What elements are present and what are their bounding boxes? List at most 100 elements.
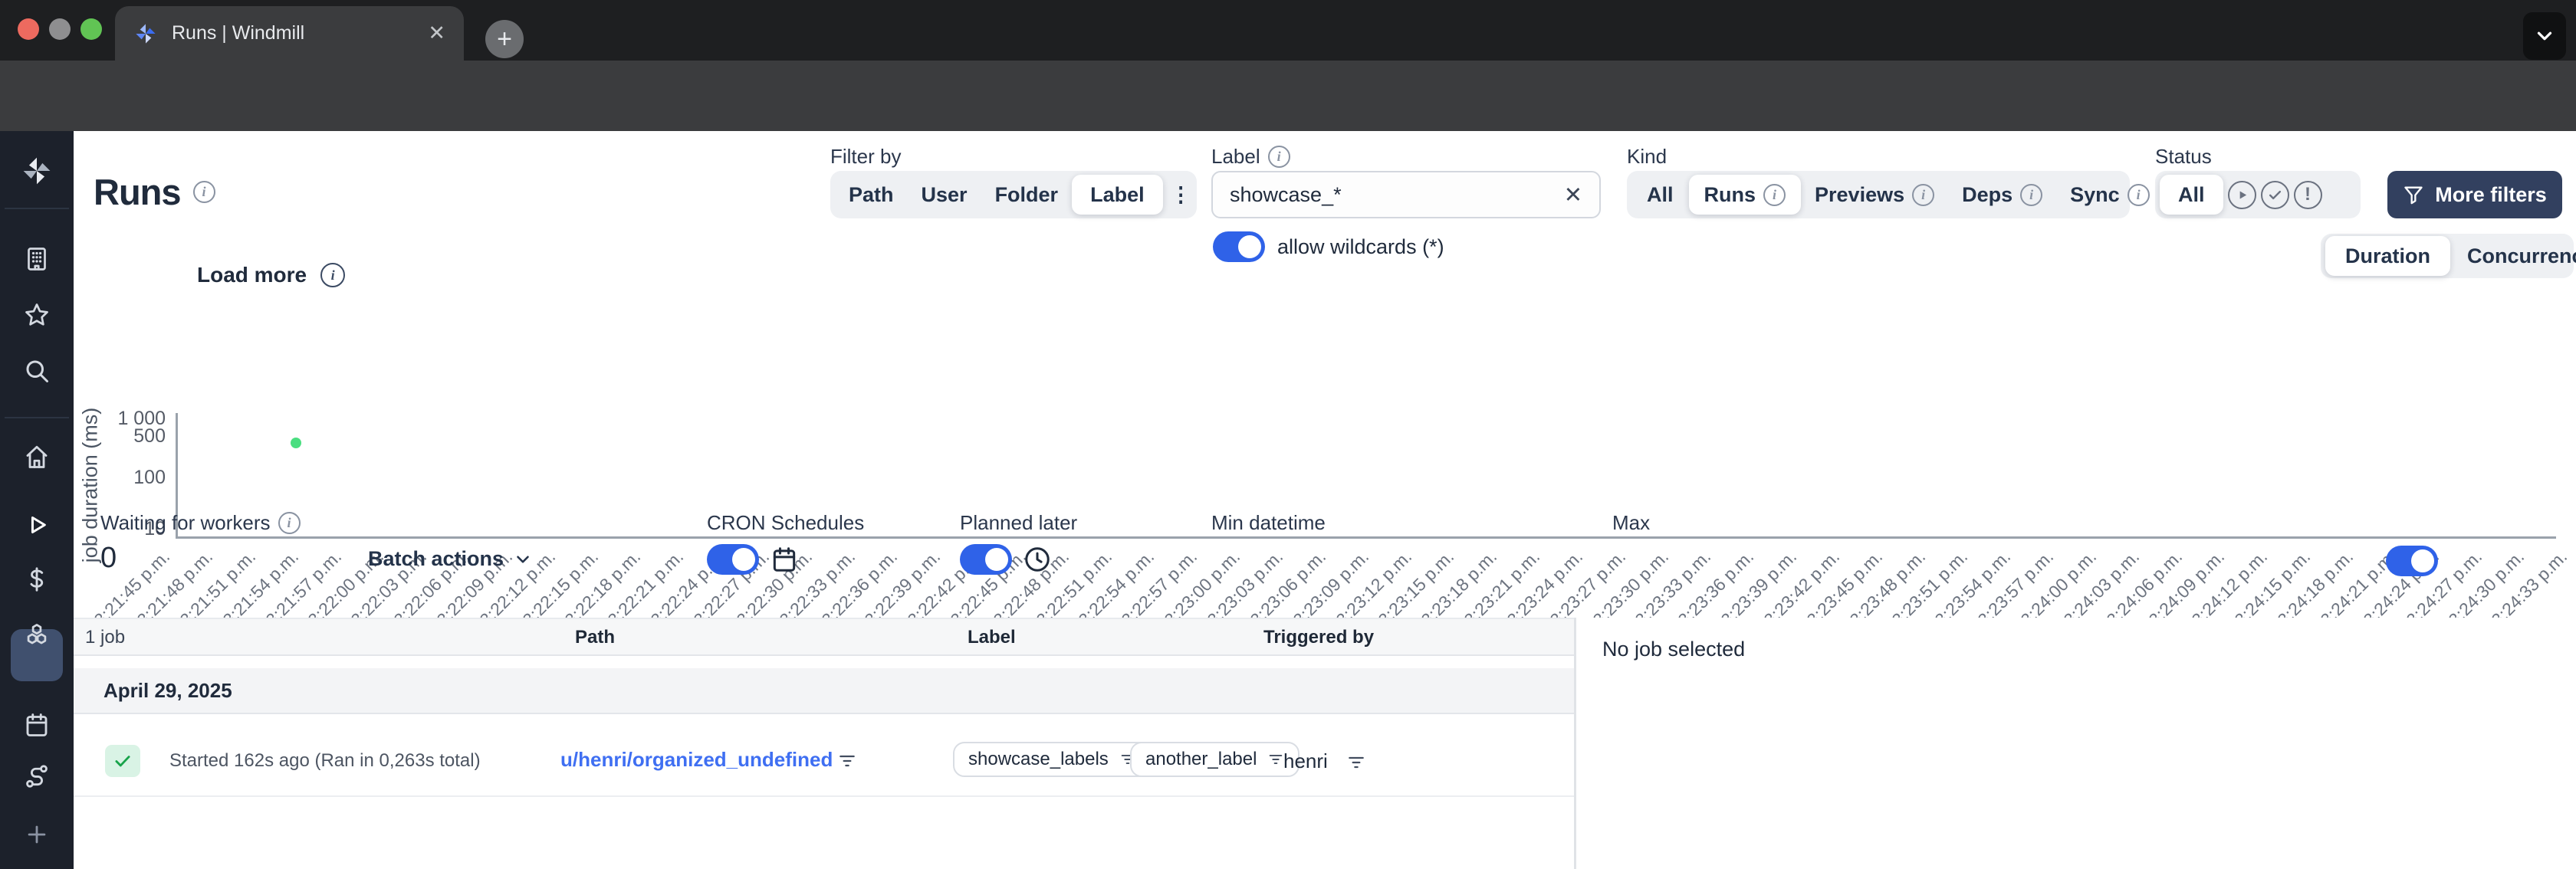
- tab-close-icon[interactable]: ✕: [428, 21, 445, 45]
- new-tab-button[interactable]: +: [485, 20, 524, 58]
- chart-point-success[interactable]: [291, 438, 301, 448]
- allow-wildcards-toggle[interactable]: [1213, 231, 1265, 262]
- y-tick: 100: [133, 467, 166, 488]
- kind-option-sync[interactable]: Sync: [2056, 175, 2164, 215]
- info-icon[interactable]: [320, 263, 346, 287]
- auto-refresh-toggle[interactable]: [2386, 546, 2438, 576]
- kind-option-runs[interactable]: Runs: [1688, 175, 1802, 215]
- status-segment: All !: [2155, 171, 2361, 218]
- info-icon: [1912, 183, 1935, 206]
- chart-mode-concurrency[interactable]: Concurrency: [2450, 236, 2576, 276]
- window-zoom-button[interactable]: [80, 18, 102, 40]
- max-datetime-label: Max: [1612, 511, 1651, 534]
- cron-schedules-label: CRON Schedules: [707, 511, 865, 534]
- clear-icon[interactable]: ✕: [1564, 182, 1582, 208]
- kind-option-deps[interactable]: Deps: [1948, 175, 2056, 215]
- kind-label: Kind: [1627, 145, 1668, 168]
- sidebar-item-flows[interactable]: [0, 762, 74, 790]
- planned-later-toggle[interactable]: [960, 544, 1012, 575]
- filter-by-segment: Path User Folder Label ⋮: [830, 171, 1197, 218]
- browser-toolbar: ← → ↻ app.windmill.dev/runs?show_schedul…: [0, 61, 2576, 182]
- filter-by-label: Filter by: [830, 145, 902, 168]
- tab-search-button[interactable]: [2523, 12, 2566, 60]
- status-option-all[interactable]: All: [2160, 175, 2223, 215]
- job-path-link[interactable]: u/henri/organized_undefined: [560, 748, 833, 772]
- filter-by-option-label[interactable]: Label: [1072, 175, 1163, 215]
- filter-by-option-path[interactable]: Path: [835, 175, 908, 215]
- filter-lines-icon[interactable]: [837, 751, 857, 771]
- clock-icon[interactable]: [1023, 545, 1052, 574]
- chevron-down-icon: [2537, 31, 2552, 41]
- sidebar-item-favorites[interactable]: [0, 301, 74, 329]
- job-label-pill[interactable]: showcase_labels: [953, 742, 1152, 777]
- waiting-for-workers-value: 0: [100, 542, 117, 574]
- column-label: Label: [968, 627, 1016, 648]
- windmill-favicon: [136, 23, 156, 44]
- kind-option-previews[interactable]: Previews: [1801, 175, 1948, 215]
- kind-option-previews-text: Previews: [1815, 182, 1905, 206]
- label-filter-input[interactable]: showcase_* ✕: [1211, 171, 1601, 218]
- filter-lines-icon[interactable]: [1346, 753, 1366, 772]
- sidebar-item-search[interactable]: [0, 357, 74, 385]
- job-started-text: Started 162s ago (Ran in 0,263s total): [169, 750, 481, 771]
- sidebar-item-schedules[interactable]: [0, 711, 74, 739]
- chart-mode-duration[interactable]: Duration: [2325, 236, 2450, 276]
- main-content: Runs Filter by Path User Folder Label ⋮ …: [74, 131, 2576, 869]
- job-label-pill[interactable]: another_label: [1130, 742, 1300, 777]
- tab-title: Runs | Windmill: [172, 22, 305, 44]
- date-group-text: April 29, 2025: [104, 678, 232, 702]
- window-close-button[interactable]: [18, 18, 39, 40]
- info-icon[interactable]: [192, 181, 215, 203]
- label-filter-label-text: Label: [1211, 145, 1260, 168]
- boxes-icon: [27, 624, 47, 644]
- status-option-running-icon[interactable]: [2227, 180, 2256, 209]
- chart-mode-segment: Duration Concurrency: [2321, 234, 2576, 278]
- calendar-icon[interactable]: [770, 545, 799, 574]
- plus-icon: [28, 825, 46, 844]
- status-option-success-icon[interactable]: [2260, 180, 2289, 209]
- column-triggered-by: Triggered by: [1263, 627, 1375, 648]
- star-icon: [25, 303, 48, 326]
- browser-tab[interactable]: Runs | Windmill ✕: [115, 6, 464, 61]
- info-icon[interactable]: [278, 512, 301, 534]
- check-icon: [2269, 190, 2281, 199]
- search-icon: [26, 360, 48, 382]
- status-option-failure-icon[interactable]: !: [2293, 180, 2322, 209]
- label-filter-label: Label: [1211, 145, 1290, 169]
- sidebar-divider: [5, 417, 69, 418]
- calendar-icon: [26, 713, 48, 736]
- date-group-header: April 29, 2025: [74, 668, 1574, 714]
- no-job-selected-text: No job selected: [1602, 638, 1746, 661]
- sidebar-item-home[interactable]: [0, 443, 74, 471]
- job-triggered-by: henri: [1283, 749, 1328, 772]
- sidebar-item-add[interactable]: [0, 821, 74, 848]
- funnel-icon: [2404, 186, 2423, 205]
- batch-actions-button[interactable]: Batch actions: [368, 547, 533, 571]
- sidebar-item-workspace[interactable]: [0, 245, 74, 273]
- window-minimize-button[interactable]: [49, 18, 71, 40]
- sidebar-item-resources[interactable]: [0, 621, 74, 651]
- min-datetime-label: Min datetime: [1211, 511, 1326, 534]
- sidebar-divider: [5, 208, 69, 209]
- sidebar-item-variables[interactable]: [0, 566, 74, 593]
- kind-option-all[interactable]: All: [1631, 175, 1689, 215]
- filter-by-option-user[interactable]: User: [908, 175, 981, 215]
- more-filters-button[interactable]: More filters: [2387, 171, 2562, 218]
- info-icon[interactable]: [1267, 146, 1290, 168]
- home-icon: [26, 445, 48, 468]
- filter-by-more-icon[interactable]: ⋮: [1163, 175, 1199, 215]
- job-label-text: another_label: [1145, 749, 1257, 769]
- filter-by-option-folder[interactable]: Folder: [981, 175, 1073, 215]
- filter-lines-icon[interactable]: [1267, 751, 1284, 768]
- load-more-button[interactable]: Load more: [197, 263, 346, 287]
- table-row[interactable]: Started 162s ago (Ran in 0,263s total) u…: [74, 714, 1574, 797]
- waiting-for-workers-label: Waiting for workers: [100, 511, 301, 535]
- windmill-logo[interactable]: [0, 154, 74, 188]
- x-axis-line: [176, 536, 2556, 539]
- sidebar-item-runs[interactable]: [0, 510, 74, 539]
- status-label: Status: [2155, 145, 2212, 168]
- dollar-icon: [30, 567, 44, 592]
- info-icon: [2020, 183, 2043, 206]
- cron-schedules-toggle[interactable]: [707, 544, 759, 575]
- column-path: Path: [575, 627, 616, 648]
